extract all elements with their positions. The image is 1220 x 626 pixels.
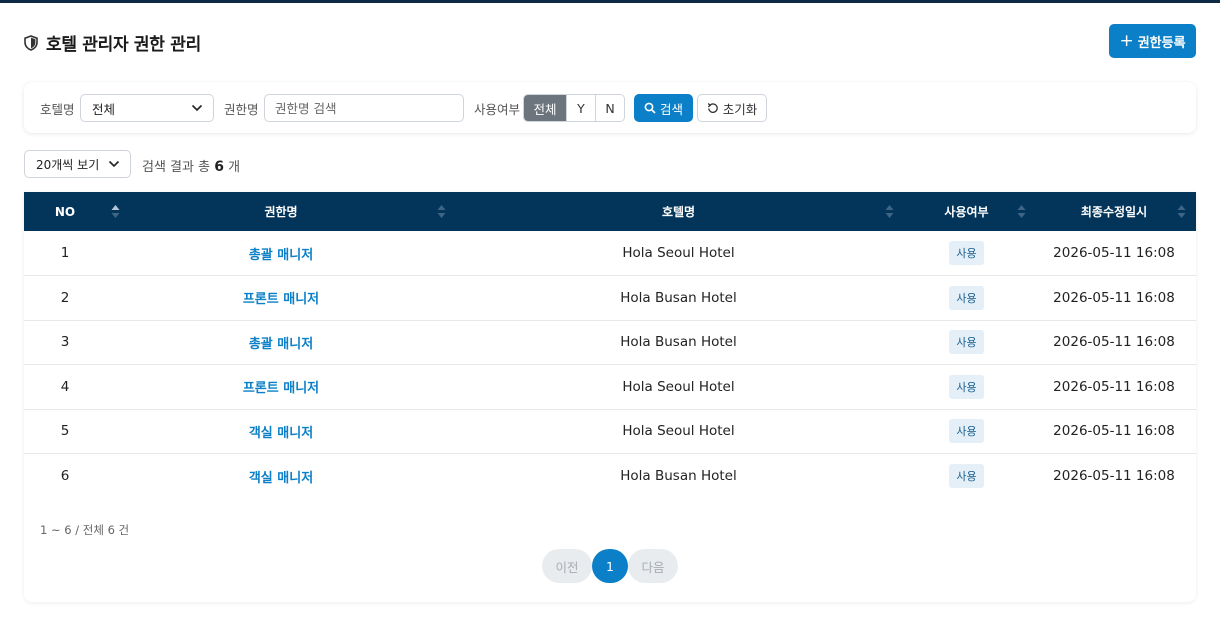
table-header-row: NO 권한명 호텔명 사용여부 최종수정일시 xyxy=(24,192,1196,231)
filter-panel: 호텔명 전체 권한명 사용여부 전체 Y N 검색 초기화 xyxy=(24,82,1196,133)
col-header-label: 사용여부 xyxy=(944,205,989,219)
top-bar xyxy=(0,0,1220,3)
col-header-use[interactable]: 사용여부 xyxy=(901,192,1032,231)
cell-use: 사용 xyxy=(901,454,1032,499)
cell-role-link[interactable]: 총괄 매니저 xyxy=(106,320,456,365)
page-size-value: 20개씩 보기 xyxy=(36,157,100,172)
status-badge: 사용 xyxy=(949,241,984,265)
role-table: NO 권한명 호텔명 사용여부 최종수정일시 1 총괄 매니저 Hola Seo… xyxy=(24,192,1196,498)
pagination-range-text: 1 ~ 6 / 전체 6 건 xyxy=(40,523,130,537)
role-filter-label: 권한명 xyxy=(224,102,259,117)
register-role-button[interactable]: + 권한등록 xyxy=(1109,24,1196,58)
pagination: 이전 1 다음 xyxy=(542,549,678,583)
col-header-role[interactable]: 권한명 xyxy=(106,192,456,231)
search-button[interactable]: 검색 xyxy=(634,94,693,122)
col-header-label: 권한명 xyxy=(264,205,298,219)
plus-icon: + xyxy=(1119,30,1134,51)
table-row[interactable]: 2 프론트 매니저 Hola Busan Hotel 사용 2026-05-11… xyxy=(24,276,1196,321)
cell-role-link[interactable]: 프론트 매니저 xyxy=(106,276,456,321)
col-header-label: 최종수정일시 xyxy=(1080,205,1148,219)
cell-hotel: Hola Seoul Hotel xyxy=(622,423,735,440)
result-count: 6 xyxy=(214,159,224,175)
cell-role-link[interactable]: 총괄 매니저 xyxy=(106,231,456,276)
cell-no: 6 xyxy=(60,468,70,484)
reset-icon xyxy=(707,103,718,113)
hotel-select-value: 전체 xyxy=(92,101,116,117)
page-button-current[interactable]: 1 xyxy=(592,549,628,583)
sort-icon[interactable] xyxy=(437,204,446,219)
result-count-text: 검색 결과 총 6 개 xyxy=(142,156,240,175)
role-table-card: NO 권한명 호텔명 사용여부 최종수정일시 1 총괄 매니저 Hola Seo… xyxy=(24,192,1196,602)
cell-hotel: Hola Seoul Hotel xyxy=(622,245,735,261)
chevron-down-icon xyxy=(108,160,120,168)
col-header-updated[interactable]: 최종수정일시 xyxy=(1032,192,1196,231)
cell-updated: 2026-05-11 16:08 xyxy=(1053,423,1175,440)
page-title: 호텔 관리자 권한 관리 xyxy=(46,35,201,55)
use-toggle-group: 전체 Y N xyxy=(523,94,625,122)
status-badge: 사용 xyxy=(949,330,984,355)
prev-page-button[interactable]: 이전 xyxy=(542,549,592,583)
cell-role-link[interactable]: 객실 매니저 xyxy=(106,454,456,499)
cell-hotel: Hola Busan Hotel xyxy=(620,468,737,484)
table-row[interactable]: 3 총괄 매니저 Hola Busan Hotel 사용 2026-05-11 … xyxy=(24,320,1196,365)
col-header-label: NO xyxy=(54,204,76,219)
next-page-button[interactable]: 다음 xyxy=(628,549,678,583)
table-row[interactable]: 1 총괄 매니저 Hola Seoul Hotel 사용 2026-05-11 … xyxy=(24,231,1196,276)
cell-updated: 2026-05-11 16:08 xyxy=(1053,289,1175,306)
search-button-label: 검색 xyxy=(659,101,683,117)
cell-no: 4 xyxy=(60,378,70,395)
role-search-input[interactable] xyxy=(264,94,464,122)
status-badge: 사용 xyxy=(949,464,984,488)
reset-button[interactable]: 초기화 xyxy=(697,94,767,122)
cell-no: 1 xyxy=(60,245,70,261)
status-badge: 사용 xyxy=(949,419,984,444)
register-role-label: 권한등록 xyxy=(1137,35,1186,51)
cell-no: 5 xyxy=(60,423,70,440)
page-header: 호텔 관리자 권한 관리 + 권한등록 xyxy=(24,24,1196,58)
use-option-n[interactable]: N xyxy=(595,95,624,121)
cell-role-link[interactable]: 객실 매니저 xyxy=(106,409,456,454)
sort-icon[interactable] xyxy=(885,204,894,219)
cell-role-link[interactable]: 프론트 매니저 xyxy=(106,365,456,410)
col-header-hotel[interactable]: 호텔명 xyxy=(456,192,901,231)
search-icon xyxy=(644,102,656,114)
use-option-y[interactable]: Y xyxy=(566,95,595,121)
hotel-select[interactable]: 전체 xyxy=(80,94,214,122)
col-header-no[interactable]: NO xyxy=(24,192,120,231)
cell-use: 사용 xyxy=(901,231,1032,276)
shield-icon xyxy=(24,34,38,51)
cell-use: 사용 xyxy=(901,320,1032,365)
page-size-select[interactable]: 20개씩 보기 xyxy=(24,150,131,178)
reset-button-label: 초기화 xyxy=(722,101,758,117)
cell-hotel: Hola Busan Hotel xyxy=(620,334,737,351)
table-row[interactable]: 6 객실 매니저 Hola Busan Hotel 사용 2026-05-11 … xyxy=(24,454,1196,499)
status-badge: 사용 xyxy=(949,285,984,310)
cell-updated: 2026-05-11 16:08 xyxy=(1053,245,1175,261)
cell-updated: 2026-05-11 16:08 xyxy=(1053,468,1175,484)
hotel-filter-label: 호텔명 xyxy=(40,102,75,117)
result-suffix: 개 xyxy=(228,160,241,175)
cell-no: 3 xyxy=(60,334,70,351)
cell-updated: 2026-05-11 16:08 xyxy=(1053,334,1175,351)
table-row[interactable]: 5 객실 매니저 Hola Seoul Hotel 사용 2026-05-11 … xyxy=(24,409,1196,454)
result-prefix: 검색 결과 총 xyxy=(142,160,211,175)
sort-icon[interactable] xyxy=(1017,204,1026,219)
chevron-down-icon xyxy=(191,104,203,112)
use-filter-label: 사용여부 xyxy=(474,102,521,117)
col-header-label: 호텔명 xyxy=(661,205,696,219)
cell-use: 사용 xyxy=(901,409,1032,454)
page-title-group: 호텔 관리자 권한 관리 xyxy=(24,30,201,55)
status-badge: 사용 xyxy=(949,374,984,399)
cell-use: 사용 xyxy=(901,365,1032,410)
cell-hotel: Hola Busan Hotel xyxy=(620,289,737,306)
cell-updated: 2026-05-11 16:08 xyxy=(1053,378,1175,395)
use-option-all[interactable]: 전체 xyxy=(524,95,566,121)
sort-icon[interactable] xyxy=(1177,204,1186,219)
cell-hotel: Hola Seoul Hotel xyxy=(622,378,735,395)
table-row[interactable]: 4 프론트 매니저 Hola Seoul Hotel 사용 2026-05-11… xyxy=(24,365,1196,410)
cell-no: 2 xyxy=(60,289,70,306)
cell-use: 사용 xyxy=(901,276,1032,321)
